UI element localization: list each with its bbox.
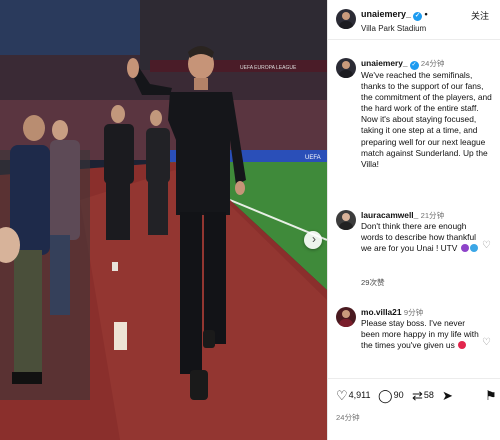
author-avatar[interactable] [336,9,356,29]
comment-bubble-icon: ◯ [378,388,393,403]
commenter-avatar[interactable] [336,307,356,327]
repost-button[interactable]: ⇄58 [412,388,434,404]
photo-scene: UEFA EUROPA LEAGUE UEFA [0,0,327,440]
caption-username[interactable]: unaiemery_ [361,58,408,68]
follow-button[interactable]: 关注 [471,9,489,22]
commenter-avatar[interactable] [336,210,356,230]
comment-text: Don't think there are enough words to de… [361,221,476,254]
blue-heart-icon [469,244,478,253]
heart-icon: ♡ [336,388,348,403]
post-time: 24分钟 [336,413,360,422]
comment-likes[interactable]: 29次赞 [361,277,385,288]
comment-time: 21分钟 [420,211,445,220]
stadium-banner [150,60,327,72]
caption-avatar[interactable] [336,58,356,78]
like-comment-heart-icon[interactable]: ♡ [482,240,491,251]
comment-button[interactable]: ◯90 [378,388,404,404]
author-username[interactable]: unaiemery_ [361,9,411,19]
comments-count: 90 [393,390,404,400]
post-photo[interactable]: UEFA EUROPA LEAGUE UEFA › [0,0,327,440]
post-location[interactable]: Villa Park Stadium [361,24,426,33]
comment-username[interactable]: mo.villa21 [361,307,402,317]
chevron-right-icon: › [312,232,316,246]
like-comment-heart-icon[interactable]: ♡ [482,337,491,348]
verified-badge-icon: ✓ [409,61,419,70]
send-icon: ➤ [442,388,453,403]
carousel-next-button[interactable]: › [304,231,322,249]
bookmark-icon: ⚑ [485,388,497,403]
repost-icon: ⇄ [412,388,423,403]
like-button[interactable]: ♡4,911 [336,388,371,404]
caption-time: 24分钟 [420,59,445,68]
comment-time: 9分钟 [403,308,424,317]
action-bar: ♡4,911 ◯90 ⇄58 ➤ ⚑ [328,378,500,412]
post-panel: unaiemery_ ✓ • 关注 Villa Park Stadium unai… [327,0,500,440]
post-header: unaiemery_ ✓ • 关注 Villa Park Stadium [328,0,500,40]
reposts-count: 58 [423,390,434,400]
save-button[interactable]: ⚑ [485,388,498,404]
caption-text: We've reached the semifinals, thanks to … [361,70,492,169]
verified-badge-icon: ✓ [413,12,423,21]
purple-heart-icon [460,244,469,253]
likes-count: 4,911 [348,390,371,400]
banner-text: UEFA EUROPA LEAGUE [240,65,297,71]
ad-text: UEFA [305,155,321,161]
comment-username[interactable]: lauracamwell_ [361,210,418,220]
share-button[interactable]: ➤ [442,388,454,404]
red-heart-icon [458,341,467,350]
